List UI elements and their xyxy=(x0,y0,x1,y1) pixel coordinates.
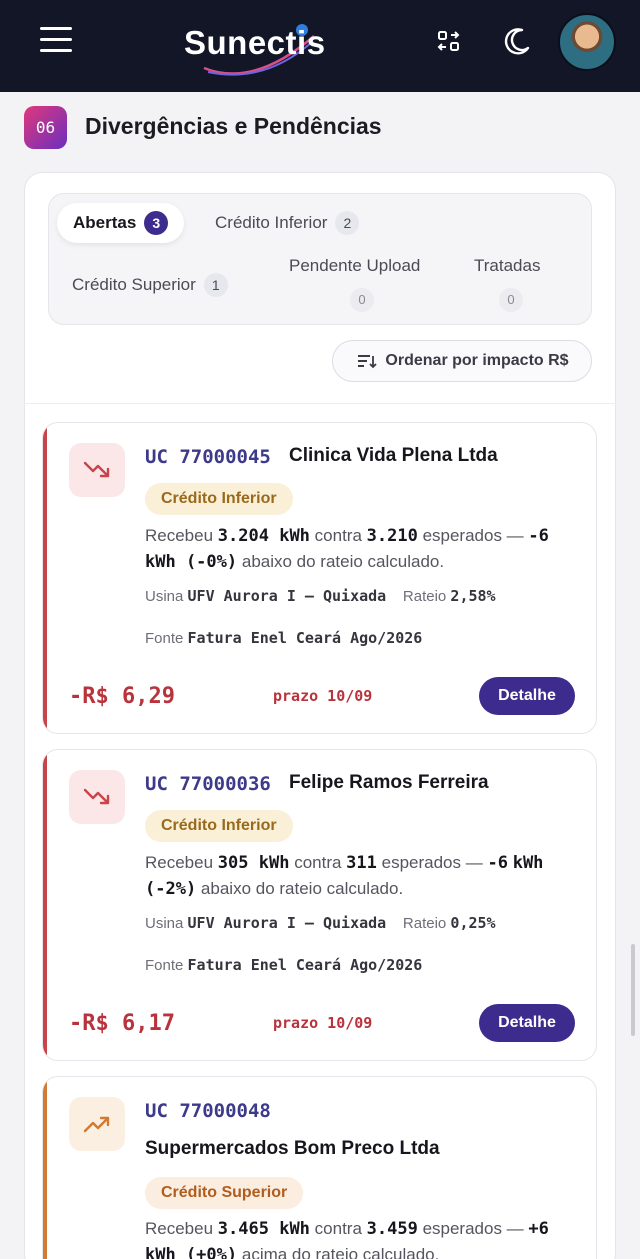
tab-count: 0 xyxy=(499,288,523,312)
customer-name: Felipe Ramos Ferreira xyxy=(289,772,489,793)
status-tag: Crédito Inferior xyxy=(145,810,293,842)
user-avatar[interactable] xyxy=(558,13,616,71)
card-accent-bar xyxy=(43,423,47,733)
divergence-card[interactable]: UC 77000045 Clinica Vida Plena Ltda Créd… xyxy=(42,422,597,734)
card-accent-bar xyxy=(43,1077,47,1259)
status-tag: Crédito Inferior xyxy=(145,483,293,515)
impact-amount: -R$ 6,17 xyxy=(69,1011,175,1036)
uc-code: UC 77000036 xyxy=(145,773,271,795)
card-description: Recebeu 3.465 kWh contra 3.459 esperados… xyxy=(145,1219,549,1259)
usina-info: Usina UFV Aurora I — Quixada Rateio 0,25… xyxy=(145,914,496,932)
divergence-card[interactable]: UC 77000048 Supermercados Bom Preco Ltda… xyxy=(42,1076,597,1259)
tab-credito-inferior[interactable]: Crédito Inferior 2 xyxy=(215,211,360,235)
tab-tratadas[interactable]: Tratadas xyxy=(474,256,540,276)
tab-credito-superior[interactable]: Crédito Superior 1 xyxy=(72,273,228,297)
trend-up-icon xyxy=(69,1097,125,1151)
tab-count: 2 xyxy=(335,211,360,235)
tab-pendente-upload[interactable]: Pendente Upload xyxy=(289,256,420,276)
status-tag: Crédito Superior xyxy=(145,1177,304,1209)
card-accent-bar xyxy=(43,750,47,1060)
top-bar: Sunectis xyxy=(0,0,640,92)
tab-label: Crédito Superior xyxy=(72,275,196,294)
app-logo[interactable]: Sunectis xyxy=(184,18,334,76)
tab-count: 1 xyxy=(203,273,228,297)
sort-by-impact-button[interactable]: Ordenar por impacto R$ xyxy=(332,340,592,382)
sort-button-label: Ordenar por impacto R$ xyxy=(385,352,569,369)
fonte-info: Fonte Fatura Enel Ceará Ago/2026 xyxy=(145,629,423,647)
uc-code: UC 77000045 xyxy=(145,446,271,468)
trend-down-icon xyxy=(69,443,125,497)
logo-text: Sunectis xyxy=(184,24,326,61)
uc-code: UC 77000048 xyxy=(145,1100,271,1122)
section-number-badge: 06 xyxy=(24,106,67,149)
card-description: Recebeu 305 kWh contra 311 esperados — -… xyxy=(145,853,544,899)
detail-button[interactable]: Detalhe xyxy=(479,677,575,715)
tab-label: Pendente Upload xyxy=(289,256,421,275)
detail-button[interactable]: Detalhe xyxy=(479,1004,575,1042)
divergence-card[interactable]: UC 77000036 Felipe Ramos Ferreira Crédit… xyxy=(42,749,597,1061)
impact-amount: -R$ 6,29 xyxy=(69,684,175,709)
tab-label: Tratadas xyxy=(474,256,541,275)
filter-tabs: Abertas 3 Crédito Inferior 2 Crédito Super… xyxy=(48,193,592,325)
swap-icon[interactable] xyxy=(432,24,466,58)
divider xyxy=(24,403,616,404)
customer-name: Clinica Vida Plena Ltda xyxy=(289,445,498,466)
trend-down-icon xyxy=(69,770,125,824)
customer-name: Supermercados Bom Preco Ltda xyxy=(145,1138,440,1159)
section-title: Divergências e Pendências xyxy=(85,113,382,139)
tab-label: Crédito Inferior xyxy=(215,213,328,232)
tab-count: 0 xyxy=(350,288,374,312)
menu-icon[interactable] xyxy=(40,27,72,53)
deadline: prazo 10/09 xyxy=(273,1014,373,1032)
deadline: prazo 10/09 xyxy=(273,687,373,705)
tab-abertas[interactable]: Abertas 3 xyxy=(57,203,185,243)
fonte-info: Fonte Fatura Enel Ceará Ago/2026 xyxy=(145,956,423,974)
card-description: Recebeu 3.204 kWh contra 3.210 esperados… xyxy=(145,526,549,572)
usina-info: Usina UFV Aurora I — Quixada Rateio 2,58… xyxy=(145,587,496,605)
tab-label: Abertas xyxy=(73,213,137,232)
dark-mode-moon-icon[interactable] xyxy=(500,24,534,58)
scrollbar[interactable] xyxy=(631,944,635,1036)
tab-count: 3 xyxy=(144,211,169,235)
sort-icon xyxy=(358,355,378,369)
